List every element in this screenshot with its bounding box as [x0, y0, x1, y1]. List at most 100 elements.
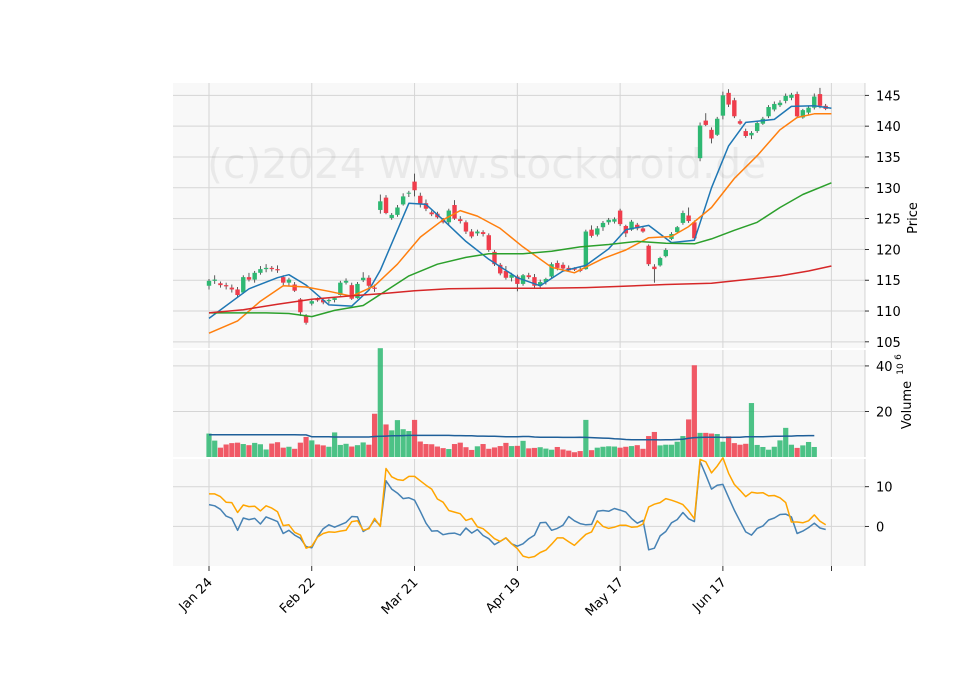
candle-body	[555, 262, 560, 268]
candle-body	[720, 95, 726, 116]
volume-bar	[371, 413, 378, 457]
volume-bar	[263, 449, 269, 457]
volume-bar	[537, 447, 543, 457]
volume-bar	[246, 445, 252, 457]
candle-body	[766, 107, 771, 117]
price-tick-label: 135	[876, 151, 901, 166]
volume-bar	[526, 448, 532, 457]
volume-bar	[737, 444, 743, 457]
chart-canvas: (c)2024 www.stockdroid.de 105 110 115 120 12…	[173, 83, 921, 619]
volume-bar	[754, 444, 760, 457]
volume-bar	[326, 446, 332, 457]
volume-bar	[611, 446, 618, 457]
volume-bar	[269, 443, 275, 457]
volume-bar	[760, 446, 766, 457]
candle-body	[675, 227, 680, 233]
volume-bar	[640, 448, 646, 457]
candle-body	[212, 279, 217, 281]
candle-body	[617, 210, 623, 225]
volume-bar	[423, 444, 429, 457]
price-tick-label: 140	[876, 120, 901, 135]
candle-body	[258, 269, 263, 273]
candle-body	[486, 235, 491, 251]
candle-body	[206, 280, 212, 286]
volume-axis-exponent-power: 6	[894, 354, 904, 360]
candle-body	[732, 100, 737, 117]
volume-bar	[297, 442, 303, 457]
candle-body	[595, 228, 600, 235]
candle-body	[463, 222, 469, 232]
candle-body	[697, 125, 703, 159]
volume-bar	[543, 448, 549, 457]
candle-body	[389, 214, 394, 218]
candle-body	[789, 94, 794, 98]
price-tick-label: 110	[876, 305, 901, 320]
price-tick-label: 125	[876, 213, 901, 228]
price-tick-label: 130	[876, 182, 901, 197]
candle-body	[589, 229, 594, 236]
volume-bar	[520, 440, 526, 457]
indicator-tick-label: 0	[876, 520, 884, 535]
volume-bar	[783, 427, 789, 457]
volume-bar	[280, 447, 286, 457]
volume-bar	[411, 419, 418, 457]
volume-bar	[252, 442, 258, 457]
volume-bar	[320, 445, 326, 457]
volume-bar	[457, 442, 463, 457]
candle-body	[709, 129, 714, 139]
volume-bar	[223, 444, 229, 457]
volume-bar	[486, 448, 492, 457]
candle-body	[418, 195, 423, 205]
volume-bar	[771, 446, 777, 457]
candle-body	[794, 94, 800, 117]
candle-body	[737, 121, 743, 124]
candle-body	[218, 283, 223, 286]
volume-bar	[674, 441, 680, 457]
candle-body	[326, 299, 332, 302]
volume-bar	[212, 440, 218, 457]
volume-bar	[389, 430, 395, 457]
x-tick-label: Jun 17	[689, 575, 729, 615]
candle-body	[680, 213, 686, 223]
volume-bar	[400, 429, 406, 457]
candle-body	[383, 197, 389, 214]
volume-bar	[274, 442, 281, 457]
candle-body	[714, 118, 720, 135]
candle-body	[246, 277, 252, 280]
candle-body	[526, 275, 531, 278]
volume-tick-label: 20	[876, 405, 893, 420]
price-tick-label: 105	[876, 336, 901, 351]
candle-body	[458, 219, 463, 222]
volume-bar	[800, 445, 806, 457]
volume-tick-label: 40	[876, 360, 893, 375]
volume-bar	[257, 444, 263, 457]
candle-body	[235, 289, 240, 295]
candle-body	[657, 258, 663, 266]
volume-bar	[332, 432, 338, 457]
candle-body	[612, 219, 617, 222]
x-tick-label: Mar 21	[379, 575, 422, 618]
candle-body	[366, 277, 372, 286]
volume-bar	[566, 450, 572, 457]
volume-axis-exponent: 10	[896, 363, 906, 375]
candle-body	[777, 102, 783, 106]
candle-body	[703, 120, 708, 125]
volume-bar	[583, 419, 589, 457]
volume-bar	[337, 444, 343, 457]
volume-bar	[805, 441, 812, 457]
volume-bar	[480, 444, 486, 457]
candle-body	[229, 287, 235, 290]
volume-axis-title: Volume	[900, 381, 915, 429]
volume-bar	[354, 445, 361, 457]
candle-body	[429, 212, 434, 215]
candle-body	[395, 207, 400, 215]
x-tick-label: Feb 22	[277, 575, 319, 617]
price-tick-label: 120	[876, 243, 901, 258]
volume-bar	[446, 449, 452, 457]
candle-body	[475, 231, 480, 234]
volume-bar	[794, 447, 800, 457]
candle-body	[281, 277, 286, 283]
volume-bar	[628, 446, 635, 457]
candle-body	[726, 92, 731, 105]
candle-body	[806, 107, 811, 113]
